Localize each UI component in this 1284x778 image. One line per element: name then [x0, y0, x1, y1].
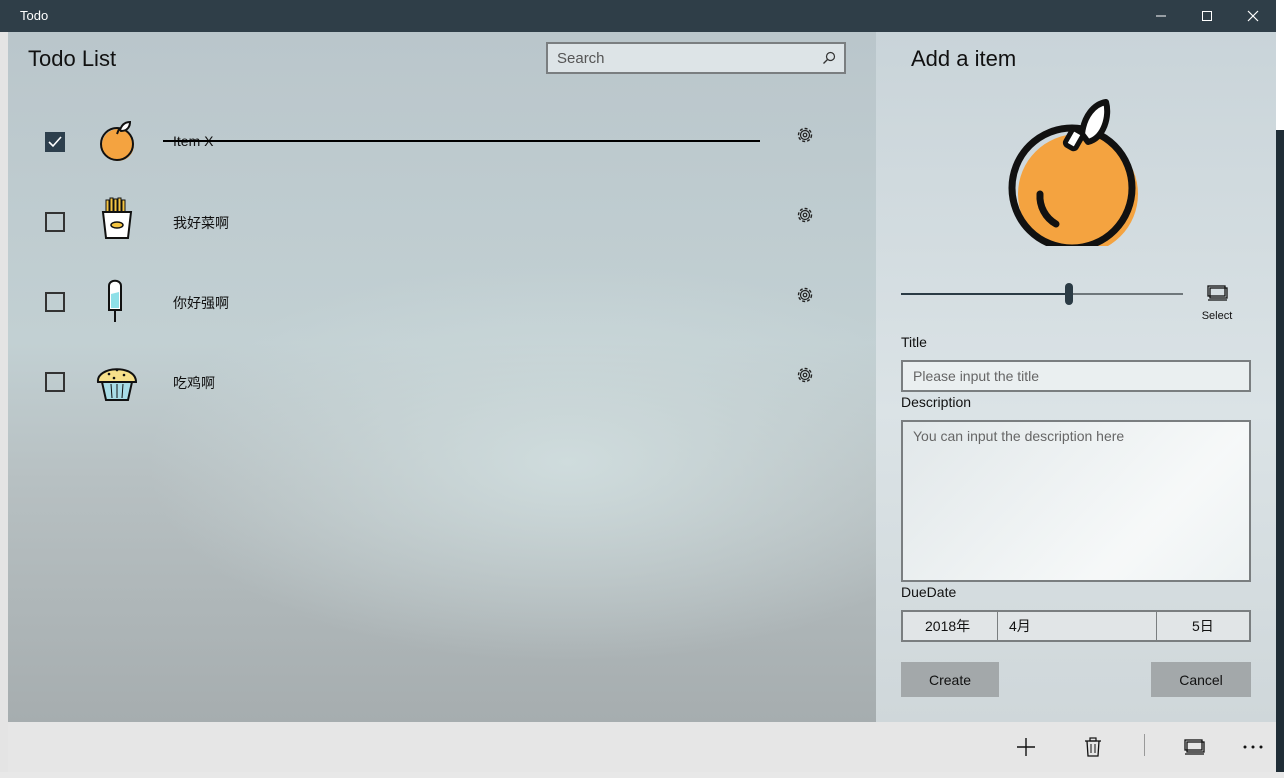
- delete-icon: [1085, 737, 1101, 757]
- background-window-edge: [1276, 130, 1284, 772]
- taskbar-edge: [0, 772, 1284, 778]
- todo-list-pane: Todo List Search Item X 我好菜啊 你好强啊 吃鸡啊: [8, 32, 876, 722]
- todo-title: 我好菜啊: [173, 215, 229, 231]
- due-date-day[interactable]: 5日: [1192, 612, 1214, 640]
- todo-title: 你好强啊: [173, 295, 229, 311]
- main-content: Todo List Search Item X 我好菜啊 你好强啊 吃鸡啊 Ad…: [8, 32, 1276, 722]
- todo-item[interactable]: 你好强啊: [8, 262, 868, 342]
- todo-title: 吃鸡啊: [173, 375, 215, 391]
- gear-icon[interactable]: [794, 364, 816, 386]
- gear-icon[interactable]: [794, 204, 816, 226]
- add-icon: [1017, 738, 1035, 756]
- due-date-month[interactable]: 4月: [1009, 612, 1031, 640]
- orange-icon: [1008, 99, 1138, 246]
- description-label: Description: [901, 394, 972, 410]
- image-size-slider[interactable]: [901, 282, 1183, 306]
- slider-thumb[interactable]: [1065, 283, 1073, 305]
- due-date-label: DueDate: [901, 584, 957, 600]
- more-icon: [1243, 745, 1263, 749]
- form-heading: Add a item: [911, 46, 1017, 71]
- search-icon[interactable]: [822, 51, 836, 65]
- due-date-picker[interactable]: 2018年 4月 5日: [901, 610, 1251, 642]
- minimize-icon: [1156, 15, 1166, 17]
- maximize-icon: [1202, 11, 1212, 21]
- page-title: Todo List: [28, 46, 117, 71]
- close-button[interactable]: [1230, 0, 1276, 32]
- close-icon: [1247, 10, 1259, 22]
- maximize-button[interactable]: [1184, 0, 1230, 32]
- orange-icon: [100, 120, 134, 161]
- select-icon: [1184, 739, 1205, 755]
- add-item-pane: Add a item Select Title Please input the…: [876, 32, 1276, 722]
- strikethrough-line: [163, 140, 760, 142]
- command-separator: [1144, 734, 1145, 756]
- search-box[interactable]: [546, 42, 846, 74]
- command-bar: [8, 722, 1276, 772]
- popsicle-icon: [108, 279, 122, 322]
- add-button[interactable]: [1013, 734, 1039, 760]
- delete-button[interactable]: [1080, 734, 1106, 760]
- description-input[interactable]: [901, 420, 1251, 582]
- more-button[interactable]: [1240, 734, 1266, 760]
- todo-checkbox[interactable]: [45, 372, 65, 392]
- todo-checkbox[interactable]: [45, 212, 65, 232]
- slider-track-empty: [1069, 293, 1183, 295]
- search-input[interactable]: [548, 44, 818, 72]
- todo-item[interactable]: 我好菜啊: [8, 182, 868, 262]
- checkmark-icon: [48, 136, 62, 148]
- select-icon: [1207, 285, 1228, 301]
- todo-item[interactable]: Item X: [8, 102, 868, 182]
- title-bar: Todo: [0, 0, 1276, 32]
- muffin-icon: [97, 368, 138, 401]
- create-button[interactable]: Create: [901, 662, 999, 697]
- select-image-button[interactable]: Select: [1196, 284, 1238, 328]
- date-divider: [997, 612, 998, 640]
- date-divider: [1156, 612, 1157, 640]
- slider-track-filled: [901, 293, 1069, 295]
- fries-icon: [101, 197, 133, 239]
- due-date-year[interactable]: 2018年: [925, 612, 970, 640]
- minimize-button[interactable]: [1138, 0, 1184, 32]
- select-label: Select: [1201, 310, 1233, 322]
- todo-checkbox[interactable]: [45, 132, 65, 152]
- title-label: Title: [901, 334, 927, 350]
- window-title: Todo: [20, 8, 49, 23]
- gear-icon[interactable]: [794, 124, 816, 146]
- select-command-button[interactable]: [1181, 734, 1207, 760]
- todo-checkbox[interactable]: [45, 292, 65, 312]
- app-window: Todo Todo List Search Item X 我好菜啊 你好强啊 吃…: [0, 0, 1276, 772]
- cancel-button[interactable]: Cancel: [1151, 662, 1251, 697]
- title-input[interactable]: [901, 360, 1251, 392]
- todo-item[interactable]: 吃鸡啊: [8, 342, 868, 422]
- gear-icon[interactable]: [794, 284, 816, 306]
